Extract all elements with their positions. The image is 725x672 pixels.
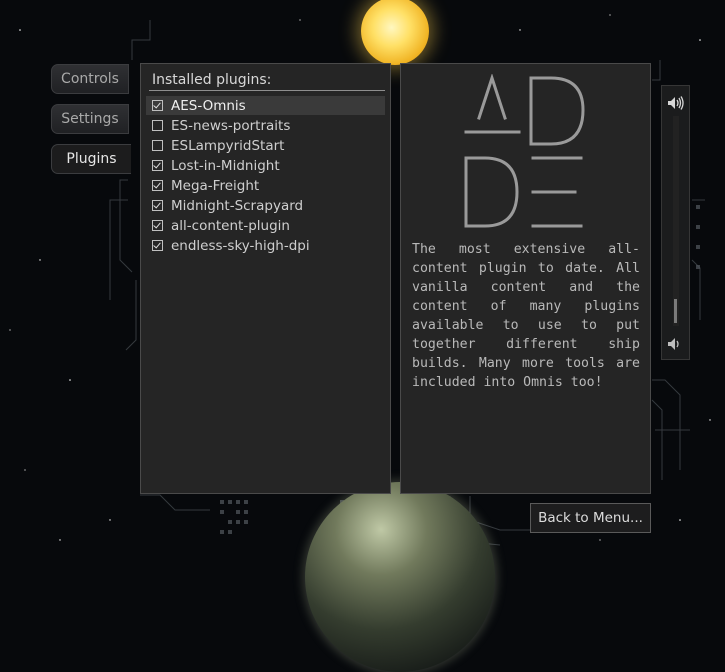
divider (149, 90, 385, 91)
back-to-menu-button[interactable]: Back to Menu... (530, 503, 651, 533)
volume-level-bar[interactable] (674, 299, 677, 323)
plugin-checkbox[interactable] (152, 240, 163, 251)
speaker-high-icon[interactable] (667, 96, 685, 110)
planet (305, 482, 495, 672)
tab-settings[interactable]: Settings (51, 104, 129, 134)
plugin-description: The most extensive all-content plugin to… (412, 242, 640, 390)
plugin-name: AES-Omnis (171, 97, 246, 114)
plugin-row[interactable]: endless-sky-high-dpi (146, 236, 385, 255)
plugin-description-panel: The most extensive all-content plugin to… (400, 63, 651, 494)
plugin-checkbox[interactable] (152, 140, 163, 151)
plugin-name: all-content-plugin (171, 217, 290, 234)
plugin-list-panel: Installed plugins: AES-Omnis ES-news-port… (140, 63, 391, 494)
plugin-row[interactable]: ES-news-portraits (146, 116, 385, 135)
plugin-checkbox[interactable] (152, 180, 163, 191)
plugin-checkbox[interactable] (152, 160, 163, 171)
plugin-row[interactable]: AES-Omnis (146, 96, 385, 115)
plugin-list-title: Installed plugins: (152, 72, 272, 88)
tab-controls[interactable]: Controls (51, 64, 129, 94)
plugin-row[interactable]: ESLampyridStart (146, 136, 385, 155)
speaker-low-icon[interactable] (667, 337, 685, 351)
tab-plugins[interactable]: Plugins (51, 144, 131, 174)
plugin-row[interactable]: Midnight-Scrapyard (146, 196, 385, 215)
plugin-name: ESLampyridStart (171, 137, 285, 154)
sun (361, 0, 429, 65)
plugin-checkbox[interactable] (152, 200, 163, 211)
plugin-name: endless-sky-high-dpi (171, 237, 310, 254)
plugin-logo (464, 74, 585, 228)
plugin-name: Mega-Freight (171, 177, 260, 194)
plugin-checkbox[interactable] (152, 120, 163, 131)
plugin-name: Lost-in-Midnight (171, 157, 280, 174)
plugin-name: ES-news-portraits (171, 117, 291, 134)
plugin-row[interactable]: Lost-in-Midnight (146, 156, 385, 175)
volume-track[interactable] (673, 116, 679, 326)
plugin-checkbox[interactable] (152, 100, 163, 111)
plugin-row[interactable]: all-content-plugin (146, 216, 385, 235)
plugin-name: Midnight-Scrapyard (171, 197, 304, 214)
plugin-row[interactable]: Mega-Freight (146, 176, 385, 195)
plugin-checkbox[interactable] (152, 220, 163, 231)
